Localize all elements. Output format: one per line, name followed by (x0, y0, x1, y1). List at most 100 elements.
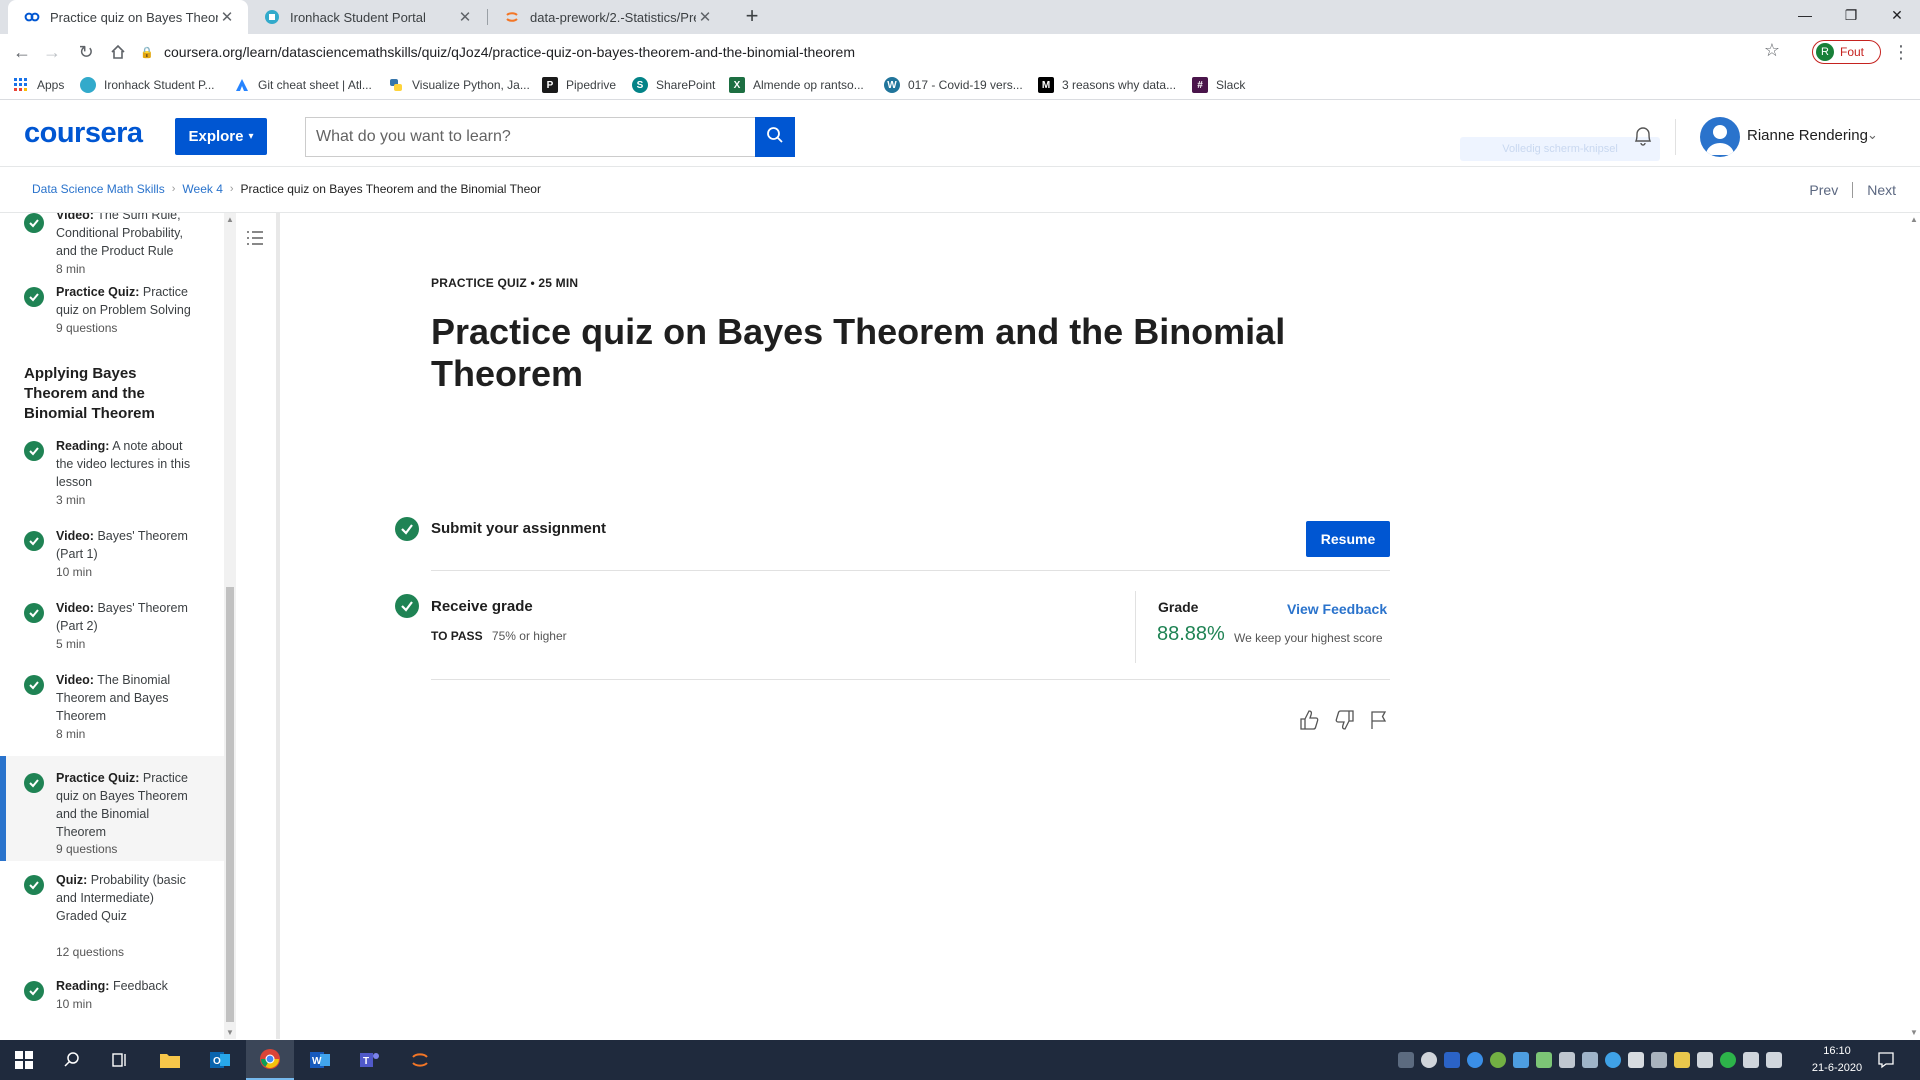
system-clock[interactable]: 16:10 21-6-2020 (1806, 1043, 1868, 1077)
chevron-down-icon[interactable]: ⌄ (1867, 127, 1878, 143)
bookmark-star-icon[interactable]: ☆ (1764, 40, 1780, 61)
tab-ironhack[interactable]: Ironhack Student Portal ✕ (248, 0, 486, 34)
to-pass-value: 75% or higher (491, 629, 567, 643)
battery-icon[interactable] (1766, 1052, 1782, 1068)
tray-app-icon[interactable] (1582, 1052, 1598, 1068)
explore-button[interactable]: Explore ▾ (175, 118, 267, 155)
sidebar-item-feedback[interactable]: Reading: Feedback 10 min (0, 977, 224, 1027)
wifi-icon[interactable] (1743, 1052, 1759, 1068)
notification-bell-icon[interactable] (1630, 123, 1656, 149)
next-link[interactable]: Next (1867, 182, 1896, 198)
view-feedback-link[interactable]: View Feedback (1287, 601, 1387, 617)
list-toggle-icon[interactable] (244, 227, 266, 249)
address-bar[interactable]: 🔒 coursera.org/learn/datasciencemathskil… (140, 38, 1784, 66)
tray-app-icon[interactable] (1536, 1052, 1552, 1068)
bookmark-covid[interactable]: W 017 - Covid-19 vers... (884, 75, 1023, 95)
sidebar-item-label: Video: Bayes' Theorem (Part 1) (56, 529, 188, 561)
tray-app-icon[interactable] (1559, 1052, 1575, 1068)
volume-icon[interactable] (1697, 1052, 1713, 1068)
bookmark-git-cheat-sheet[interactable]: Git cheat sheet | Atl... (234, 75, 372, 95)
main-scrollbar[interactable]: ▲ ▼ (1908, 213, 1920, 1039)
sidebar-item-reading-note[interactable]: Reading: A note about the video lectures… (0, 437, 224, 517)
resume-button[interactable]: Resume (1306, 521, 1390, 557)
reload-icon[interactable]: ↻ (72, 38, 100, 66)
file-explorer-icon[interactable] (146, 1040, 194, 1080)
thumbs-up-icon[interactable] (1297, 708, 1321, 732)
tray-app-icon[interactable] (1490, 1052, 1506, 1068)
breadcrumb-week-link[interactable]: Week 4 (182, 182, 222, 196)
sidebar-item-bayes-part-2[interactable]: Video: Bayes' Theorem (Part 2) 5 min (0, 599, 224, 663)
forward-arrow-icon[interactable]: → (38, 38, 66, 66)
bookmark-visualize-python[interactable]: Visualize Python, Ja... (388, 75, 530, 95)
bookmark-pipedrive[interactable]: P Pipedrive (542, 75, 616, 95)
tray-app-icon[interactable] (1398, 1052, 1414, 1068)
tray-app-icon[interactable] (1513, 1052, 1529, 1068)
scroll-up-arrow-icon[interactable]: ▲ (224, 215, 236, 224)
bookmark-apps[interactable]: Apps (13, 75, 64, 95)
sidebar-item-practice-problem-solving[interactable]: Practice Quiz: Practice quiz on Problem … (0, 283, 224, 353)
sidebar-item-binomial-theorem[interactable]: Video: The Binomial Theorem and Bayes Th… (0, 671, 224, 753)
search-input[interactable]: What do you want to learn? (305, 117, 755, 157)
profile-button[interactable]: R Fout (1812, 40, 1881, 64)
tray-app-icon[interactable] (1444, 1052, 1460, 1068)
apps-grid-icon (13, 77, 29, 93)
action-center-icon[interactable] (1876, 1050, 1896, 1070)
breadcrumb-course-link[interactable]: Data Science Math Skills (32, 182, 165, 196)
outlook-icon[interactable]: O (196, 1040, 244, 1080)
user-name[interactable]: Rianne Rendering (1747, 127, 1868, 144)
jupyter-icon[interactable] (396, 1040, 444, 1080)
coursera-logo[interactable]: coursera (24, 117, 143, 150)
bookmark-label: Slack (1216, 78, 1246, 92)
breadcrumb-current: Practice quiz on Bayes Theorem and the B… (240, 182, 541, 196)
scroll-up-arrow-icon[interactable]: ▲ (1908, 215, 1920, 224)
task-view-icon[interactable] (96, 1040, 144, 1080)
window-close-button[interactable]: ✕ (1874, 0, 1920, 30)
sidebar-scrollbar[interactable]: ▲ ▼ (224, 213, 236, 1039)
home-icon[interactable] (104, 38, 132, 66)
flag-icon[interactable] (1367, 708, 1391, 732)
sidebar-item-graded-quiz[interactable]: Quiz: Probability (basic and Intermediat… (0, 871, 224, 959)
restore-button[interactable]: ❐ (1828, 0, 1874, 30)
divider (431, 679, 1390, 680)
bookmark-medium[interactable]: M 3 reasons why data... (1038, 75, 1176, 95)
tray-app-icon[interactable] (1467, 1052, 1483, 1068)
chrome-icon[interactable] (246, 1040, 294, 1080)
tab-coursera[interactable]: Practice quiz on Bayes Theorem and the B… (8, 0, 248, 34)
minimize-button[interactable]: ― (1782, 0, 1828, 30)
windows-start-icon[interactable] (0, 1040, 48, 1080)
bookmark-almende[interactable]: X Almende op rantso... (729, 75, 864, 95)
avatar[interactable] (1700, 117, 1740, 157)
close-icon[interactable]: ✕ (218, 8, 236, 26)
sidebar-scroll-thumb[interactable] (226, 587, 234, 1022)
thumbs-down-icon[interactable] (1333, 708, 1357, 732)
sidebar-item-practice-bayes-binomial[interactable]: Practice Quiz: Practice quiz on Bayes Th… (0, 756, 224, 861)
close-icon[interactable]: ✕ (456, 8, 474, 26)
sidebar-item-sum-rule[interactable]: Video: The Sum Rule, Conditional Probabi… (0, 213, 224, 283)
tab-jupyter[interactable]: data-prework/2.-Statistics/Prework ✕ (488, 0, 726, 34)
sidebar-item-bayes-part-1[interactable]: Video: Bayes' Theorem (Part 1) 10 min (0, 527, 224, 591)
scroll-down-arrow-icon[interactable]: ▼ (1908, 1028, 1920, 1037)
search-button[interactable] (755, 117, 795, 157)
bookmark-slack[interactable]: # Slack (1192, 75, 1245, 95)
word-icon[interactable]: W (296, 1040, 344, 1080)
close-icon[interactable]: ✕ (696, 8, 714, 26)
bookmark-ironhack[interactable]: Ironhack Student P... (80, 75, 215, 95)
python-icon (388, 77, 404, 93)
tray-app-icon[interactable] (1421, 1052, 1437, 1068)
teams-icon[interactable]: T (346, 1040, 394, 1080)
back-arrow-icon[interactable]: ← (8, 38, 36, 66)
tray-app-icon[interactable] (1628, 1052, 1644, 1068)
completed-check-icon (24, 531, 44, 551)
new-tab-button[interactable]: + (738, 2, 766, 30)
prev-link[interactable]: Prev (1809, 182, 1838, 198)
scroll-down-arrow-icon[interactable]: ▼ (224, 1028, 236, 1037)
tray-app-icon[interactable] (1720, 1052, 1736, 1068)
search-icon[interactable] (48, 1040, 96, 1080)
display-icon[interactable] (1651, 1052, 1667, 1068)
bookmark-sharepoint[interactable]: S SharePoint (632, 75, 715, 95)
browser-menu-icon[interactable]: ⋮ (1892, 42, 1910, 63)
tray-app-icon[interactable] (1605, 1052, 1621, 1068)
tray-app-icon[interactable] (1674, 1052, 1690, 1068)
sidebar-item-meta: 3 min (56, 493, 86, 507)
sidebar-item-label: Quiz: Probability (basic and Intermediat… (56, 873, 186, 923)
